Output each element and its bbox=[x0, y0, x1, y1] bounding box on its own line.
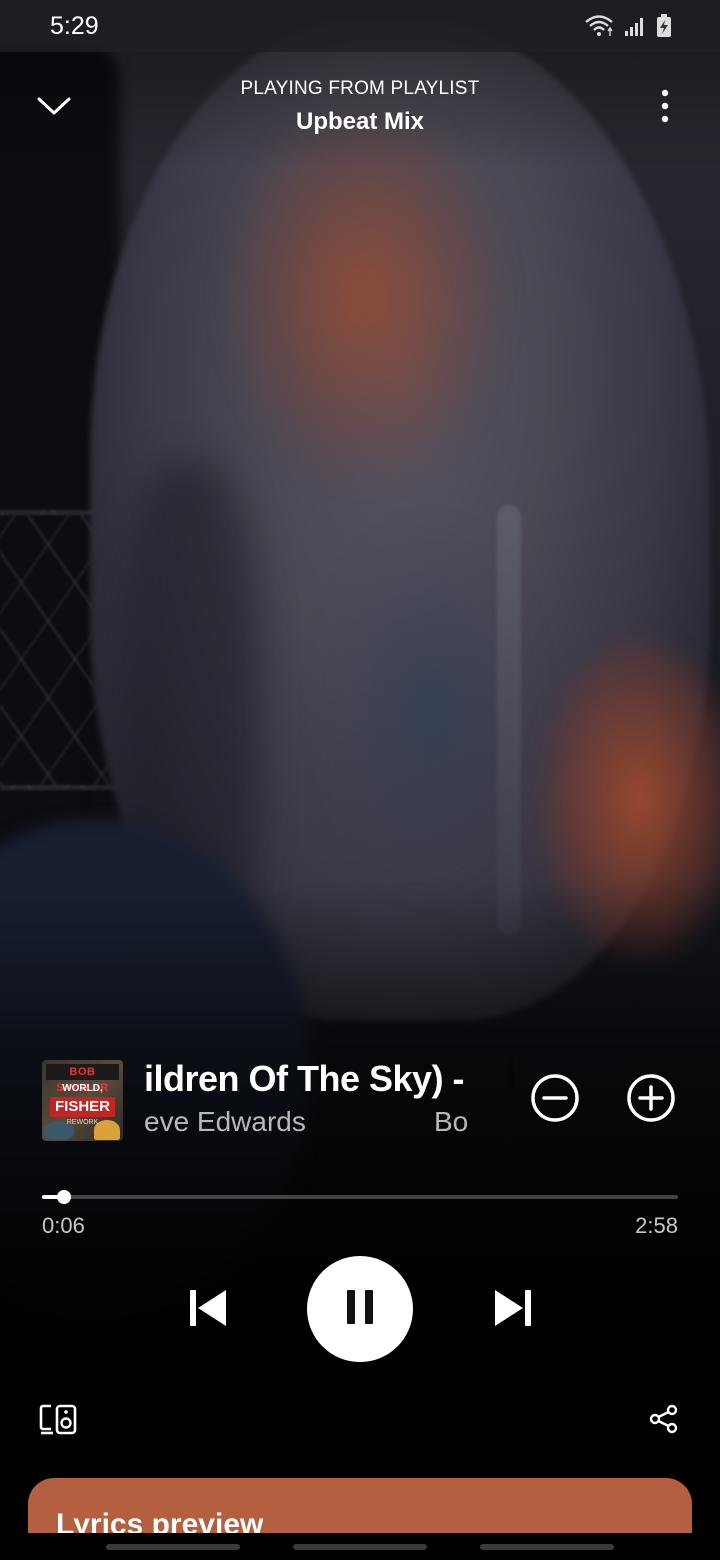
nav-home-handle[interactable] bbox=[293, 1544, 427, 1550]
add-to-playlist-button[interactable] bbox=[624, 1073, 678, 1127]
chevron-down-icon bbox=[37, 96, 71, 121]
battery-charging-icon bbox=[656, 14, 672, 38]
more-vertical-icon bbox=[661, 89, 669, 128]
status-icons bbox=[584, 14, 672, 38]
connect-devices-button[interactable] bbox=[36, 1400, 80, 1442]
pause-icon bbox=[345, 1289, 375, 1329]
playback-progress-bar[interactable] bbox=[42, 1188, 678, 1206]
skip-previous-icon bbox=[188, 1288, 228, 1333]
minus-circle-icon bbox=[529, 1072, 581, 1129]
progress-track bbox=[42, 1195, 678, 1199]
signal-icon bbox=[624, 15, 646, 37]
pause-button[interactable] bbox=[307, 1256, 413, 1362]
status-bar: 5:29 bbox=[0, 0, 720, 52]
nav-back-handle[interactable] bbox=[480, 1544, 614, 1550]
wifi-icon bbox=[584, 14, 614, 38]
system-navigation-bar bbox=[0, 1533, 720, 1560]
track-info: BOB SINCLAR WORLD, HOLD ON FISHER REWORK… bbox=[42, 1058, 682, 1142]
next-track-button[interactable] bbox=[485, 1284, 541, 1336]
collapse-player-button[interactable] bbox=[30, 86, 78, 130]
artist-name: eve Edwards bbox=[144, 1106, 306, 1137]
playback-controls bbox=[0, 1256, 720, 1364]
album-cover: BOB SINCLAR WORLD, HOLD ON FISHER REWORK bbox=[42, 1060, 123, 1141]
song-title: ildren Of The Sky) - bbox=[144, 1058, 465, 1099]
elapsed-time: 0:06 bbox=[42, 1213, 85, 1238]
plus-circle-icon bbox=[625, 1072, 677, 1129]
skip-next-icon bbox=[493, 1288, 533, 1333]
connect-devices-icon bbox=[39, 1403, 77, 1440]
share-icon bbox=[649, 1404, 679, 1439]
more-options-button[interactable] bbox=[645, 86, 685, 130]
playlist-name[interactable]: Upbeat Mix bbox=[160, 108, 560, 136]
remove-from-playlist-button[interactable] bbox=[528, 1073, 582, 1127]
status-time: 5:29 bbox=[50, 11, 99, 40]
previous-track-button[interactable] bbox=[180, 1284, 236, 1336]
artist-name-continued: Bo bbox=[434, 1106, 469, 1137]
player-header: PLAYING FROM PLAYLIST Upbeat Mix bbox=[0, 64, 720, 154]
progress-thumb[interactable] bbox=[56, 1190, 71, 1204]
share-button[interactable] bbox=[644, 1400, 684, 1442]
total-time: 2:58 bbox=[635, 1213, 678, 1238]
nav-recents-handle[interactable] bbox=[106, 1544, 240, 1550]
track-text-marquee[interactable]: ildren Of The Sky) - eve Edwards Bo bbox=[144, 1058, 514, 1142]
now-playing-screen: 5:29 PLAYING FROM PLAYLIST Upbeat Mix BO… bbox=[0, 0, 720, 1560]
playing-from-caption: PLAYING FROM PLAYLIST bbox=[240, 78, 480, 99]
